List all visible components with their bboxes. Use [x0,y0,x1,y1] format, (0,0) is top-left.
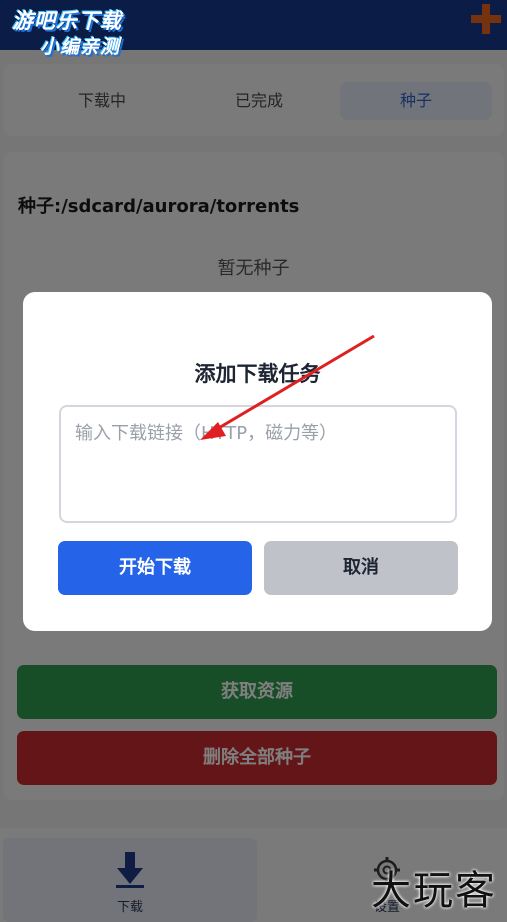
start-download-button[interactable]: 开始下载 [58,541,252,595]
add-download-dialog: 添加下载任务 开始下载 取消 [23,292,492,631]
dialog-title: 添加下载任务 [194,362,321,386]
watermark-line-1: 游吧乐下载 [12,9,122,33]
download-url-input[interactable] [59,405,457,523]
watermark-line-2: 小编亲测 [40,36,121,58]
brand-watermark: 大玩客 [371,868,497,914]
cancel-button[interactable]: 取消 [264,541,458,595]
watermark-logo: 游吧乐下载 小编亲测 [12,8,152,64]
